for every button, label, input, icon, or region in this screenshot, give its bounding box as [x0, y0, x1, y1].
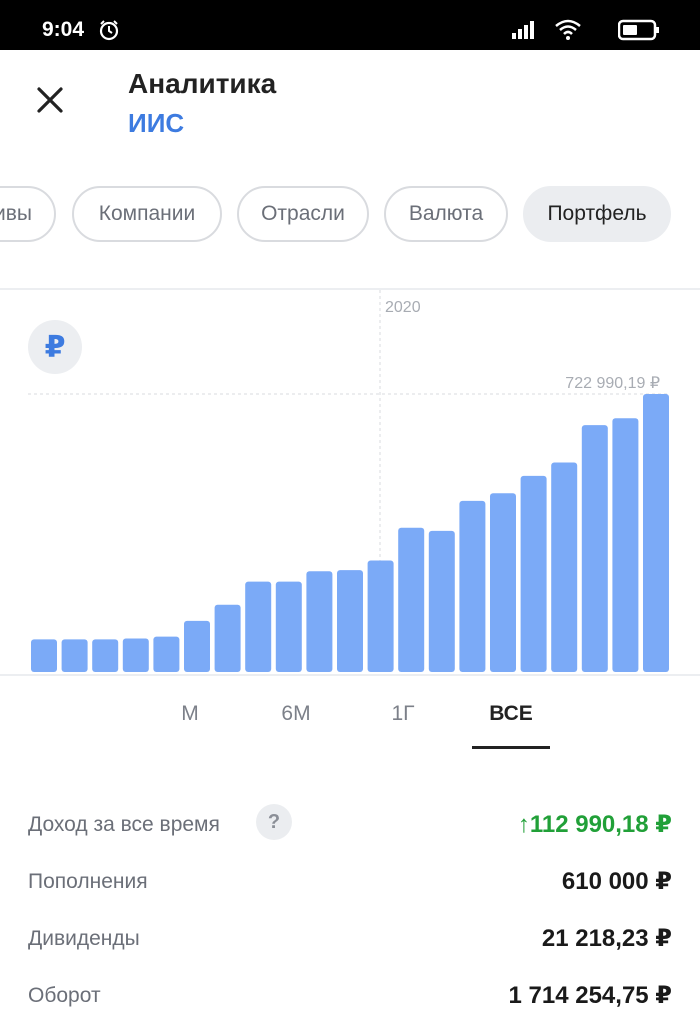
- dividends-label: Дивиденды: [28, 927, 140, 950]
- close-button[interactable]: [30, 80, 70, 120]
- bar-5[interactable]: [184, 620, 210, 672]
- chip-sectors[interactable]: Отрасли: [237, 186, 369, 242]
- bar-0[interactable]: [31, 639, 57, 672]
- bar-12[interactable]: [398, 527, 425, 672]
- status-bar: 9:04: [0, 0, 700, 50]
- bar-20[interactable]: [643, 394, 669, 672]
- bar-3[interactable]: [122, 638, 149, 672]
- bar-9[interactable]: [306, 571, 333, 672]
- chip-assets[interactable]: ивы: [0, 186, 56, 242]
- signal-icon: [512, 21, 534, 39]
- bar-15[interactable]: [490, 493, 516, 672]
- account-subtitle: ИИС: [128, 108, 185, 138]
- bar-10[interactable]: [337, 570, 363, 672]
- battery-icon: [618, 19, 659, 41]
- income-label: Доход за все время: [28, 813, 220, 836]
- bar-1[interactable]: [61, 639, 88, 672]
- status-time: 9:04: [42, 18, 85, 41]
- bar-14[interactable]: [459, 500, 486, 672]
- tab-all[interactable]: ВСЕ: [489, 702, 533, 726]
- bar-16[interactable]: [520, 475, 547, 672]
- bar-2[interactable]: [92, 639, 119, 672]
- chart-bottom-divider: [0, 674, 700, 676]
- chip-currency[interactable]: Валюта: [384, 186, 508, 242]
- bar-18[interactable]: [581, 425, 608, 672]
- close-icon: [37, 87, 63, 113]
- bar-19[interactable]: [612, 418, 639, 672]
- turnover-value: 1 714 254,75 ₽: [508, 982, 673, 1009]
- category-chips: ивы Компании Отрасли Валюта Портфель: [0, 186, 700, 246]
- turnover-label: Оборот: [28, 984, 101, 1007]
- deposits-label: Пополнения: [28, 870, 148, 893]
- bar-8[interactable]: [275, 581, 302, 672]
- portfolio-bar-chart: 2020 722 990,19 ₽: [28, 290, 669, 674]
- page-title: Аналитика: [128, 68, 277, 99]
- max-value-label: 722 990,19 ₽: [565, 375, 660, 392]
- deposits-value: 610 000 ₽: [561, 868, 672, 895]
- bar-13[interactable]: [428, 530, 455, 672]
- bars-group: [31, 394, 669, 672]
- bar-11[interactable]: [367, 560, 394, 672]
- alarm-icon: [98, 19, 120, 46]
- ruble-icon[interactable]: ₽: [28, 320, 82, 374]
- bar-7[interactable]: [245, 581, 272, 672]
- active-tab-indicator: [472, 746, 550, 749]
- tab-6-months[interactable]: 6М: [281, 702, 310, 726]
- help-icon[interactable]: ?: [256, 804, 292, 840]
- tab-month[interactable]: М: [181, 702, 199, 726]
- chip-companies[interactable]: Компании: [72, 186, 222, 242]
- tab-year[interactable]: 1Г: [391, 702, 414, 726]
- bar-6[interactable]: [214, 604, 241, 672]
- dividends-value: 21 218,23 ₽: [541, 925, 672, 952]
- wifi-icon: [555, 19, 581, 40]
- bar-17[interactable]: [551, 462, 578, 672]
- bar-4[interactable]: [153, 636, 180, 672]
- income-value: ↑112 990,18 ₽: [517, 811, 672, 838]
- chip-portfolio[interactable]: Портфель: [523, 186, 671, 242]
- year-marker-label: 2020: [385, 299, 421, 316]
